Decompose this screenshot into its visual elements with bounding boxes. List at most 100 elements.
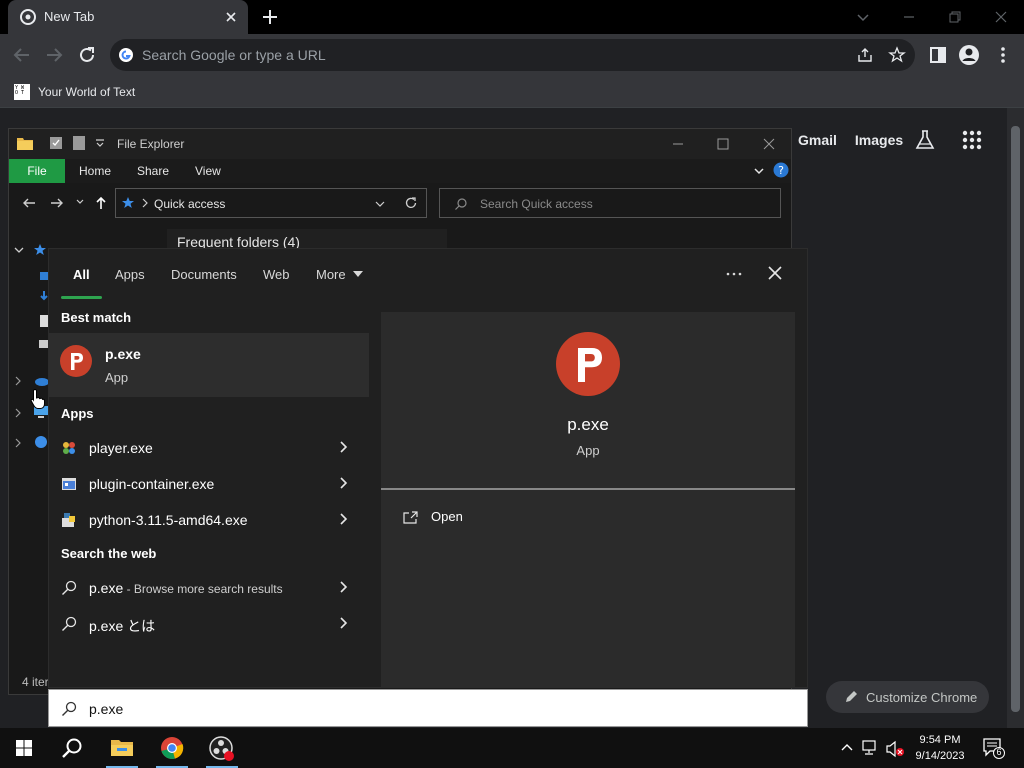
close-window-icon[interactable] bbox=[990, 6, 1012, 28]
ribbon-tab-home[interactable]: Home bbox=[79, 164, 111, 178]
omnibox[interactable]: Search Google or type a URL bbox=[110, 39, 915, 71]
taskbar-search-button[interactable] bbox=[48, 728, 96, 768]
minimize-icon[interactable] bbox=[898, 6, 920, 28]
reload-icon[interactable] bbox=[76, 44, 98, 66]
properties-icon[interactable] bbox=[49, 136, 63, 150]
refresh-icon[interactable] bbox=[404, 196, 418, 210]
explorer-address-bar[interactable]: Quick access bbox=[115, 188, 427, 218]
customize-chrome-button[interactable]: Customize Chrome bbox=[826, 681, 989, 713]
taskbar-obs-studio[interactable] bbox=[198, 728, 246, 768]
taskbar-file-explorer[interactable] bbox=[98, 728, 146, 768]
scrollbar-thumb[interactable] bbox=[1011, 126, 1020, 712]
explorer-close-icon[interactable] bbox=[762, 137, 776, 151]
best-match-name: p.exe bbox=[105, 346, 141, 362]
up-folder-icon[interactable] bbox=[93, 195, 109, 211]
ribbon-tab-file[interactable]: File bbox=[9, 159, 65, 183]
taskbar-clock[interactable]: 9:54 PM 9/14/2023 bbox=[910, 732, 970, 764]
google-apps-grid-icon[interactable] bbox=[962, 130, 982, 150]
chevron-right-icon[interactable] bbox=[337, 616, 351, 630]
back-icon[interactable] bbox=[11, 44, 33, 66]
nav-network-chevron-icon[interactable] bbox=[13, 437, 23, 449]
images-link[interactable]: Images bbox=[855, 132, 903, 152]
ribbon-tab-share[interactable]: Share bbox=[137, 164, 169, 178]
bookmark-star-icon[interactable] bbox=[888, 46, 906, 64]
gmail-link[interactable]: Gmail bbox=[798, 132, 837, 152]
customize-qat-icon[interactable] bbox=[95, 138, 105, 148]
close-tab-icon[interactable] bbox=[222, 8, 240, 26]
nav-expand-chevron-icon[interactable] bbox=[13, 245, 25, 255]
open-action[interactable]: Open bbox=[403, 509, 463, 524]
psiphon-large-icon bbox=[556, 332, 620, 396]
new-tab-plus-icon[interactable] bbox=[260, 7, 280, 27]
frequent-folders-header[interactable]: Frequent folders (4) bbox=[167, 229, 447, 250]
recent-locations-icon[interactable] bbox=[75, 197, 85, 207]
address-dropdown-icon[interactable] bbox=[374, 199, 386, 209]
start-button[interactable] bbox=[0, 728, 48, 768]
notification-count: 6 bbox=[996, 747, 1002, 757]
search-icon bbox=[61, 701, 77, 717]
page-scrollbar[interactable] bbox=[1007, 108, 1024, 728]
ribbon-tab-view[interactable]: View bbox=[195, 164, 221, 178]
network-icon[interactable] bbox=[862, 740, 880, 756]
profile-avatar-icon[interactable] bbox=[958, 44, 980, 66]
hand-cursor-icon bbox=[30, 388, 46, 410]
chevron-right-icon[interactable] bbox=[337, 440, 351, 454]
app-result-python-installer[interactable]: python-3.11.5-amd64.exe bbox=[49, 502, 369, 538]
web-result-toha[interactable]: p.exe とは bbox=[49, 606, 369, 642]
chevron-right-icon[interactable] bbox=[337, 512, 351, 526]
preview-divider bbox=[381, 488, 795, 490]
forward-icon[interactable] bbox=[43, 44, 65, 66]
bookmarks-bar: Y WO T Your World of Text bbox=[0, 76, 1024, 108]
search-query-box[interactable]: p.exe bbox=[48, 689, 808, 727]
chevron-right-icon[interactable] bbox=[337, 580, 351, 594]
app-result-plugin-container[interactable]: plugin-container.exe bbox=[49, 466, 369, 502]
tab-search-chevron-icon[interactable] bbox=[852, 6, 874, 28]
explorer-minimize-icon[interactable] bbox=[671, 137, 685, 151]
tab-more[interactable]: More bbox=[316, 267, 346, 282]
nav-onedrive-chevron-icon[interactable] bbox=[13, 375, 23, 387]
tab-documents[interactable]: Documents bbox=[171, 267, 237, 282]
explorer-search-box[interactable]: Search Quick access bbox=[439, 188, 781, 218]
explorer-back-icon[interactable] bbox=[21, 195, 37, 211]
new-folder-icon[interactable] bbox=[73, 136, 85, 150]
google-g-icon bbox=[118, 47, 134, 63]
restore-icon[interactable] bbox=[944, 6, 966, 28]
web-result-suffix: - Browse more search results bbox=[123, 582, 283, 596]
tab-apps[interactable]: Apps bbox=[115, 267, 145, 282]
chevron-right-icon[interactable] bbox=[337, 476, 351, 490]
action-center-button[interactable]: 6 bbox=[982, 737, 1006, 759]
best-match-result[interactable]: p.exe App bbox=[49, 333, 369, 397]
tab-web[interactable]: Web bbox=[263, 267, 290, 282]
more-dropdown-icon[interactable] bbox=[352, 270, 364, 278]
app-result-player[interactable]: player.exe bbox=[49, 430, 369, 466]
explorer-forward-icon[interactable] bbox=[49, 195, 65, 211]
tab-new-tab[interactable]: New Tab bbox=[8, 0, 248, 34]
breadcrumb-chevron-icon bbox=[140, 197, 150, 209]
obs-recording-icon bbox=[209, 736, 235, 762]
labs-flask-icon[interactable] bbox=[914, 129, 936, 151]
expand-ribbon-icon[interactable] bbox=[753, 165, 765, 177]
nav-thispc-chevron-icon[interactable] bbox=[13, 407, 23, 419]
address-text: Quick access bbox=[154, 197, 226, 211]
nav-onedrive-icon[interactable] bbox=[33, 375, 49, 387]
share-icon[interactable] bbox=[856, 46, 874, 64]
taskbar-chrome[interactable] bbox=[148, 728, 196, 768]
omnibox-placeholder: Search Google or type a URL bbox=[142, 47, 326, 63]
windows-taskbar: 9:54 PM 9/14/2023 6 bbox=[0, 728, 1024, 768]
nav-network-icon[interactable] bbox=[33, 435, 49, 449]
nav-quick-access-icon[interactable] bbox=[33, 243, 47, 257]
volume-muted-icon[interactable] bbox=[886, 740, 906, 758]
more-options-icon[interactable] bbox=[725, 267, 743, 281]
close-search-icon[interactable] bbox=[767, 265, 783, 281]
customize-label: Customize Chrome bbox=[866, 689, 978, 705]
tab-all[interactable]: All bbox=[73, 267, 90, 282]
preview-app-type: App bbox=[576, 443, 600, 458]
help-icon[interactable]: ? bbox=[773, 162, 789, 178]
side-panel-icon[interactable] bbox=[927, 44, 949, 66]
explorer-maximize-icon[interactable] bbox=[716, 137, 730, 151]
chrome-menu-icon[interactable] bbox=[992, 44, 1014, 66]
app-result-label: plugin-container.exe bbox=[89, 476, 215, 492]
bookmark-your-world-of-text[interactable]: Y WO T Your World of Text bbox=[14, 82, 135, 102]
web-result-browse-more[interactable]: p.exe - Browse more search results bbox=[49, 570, 369, 606]
show-hidden-icons-icon[interactable] bbox=[840, 741, 854, 755]
